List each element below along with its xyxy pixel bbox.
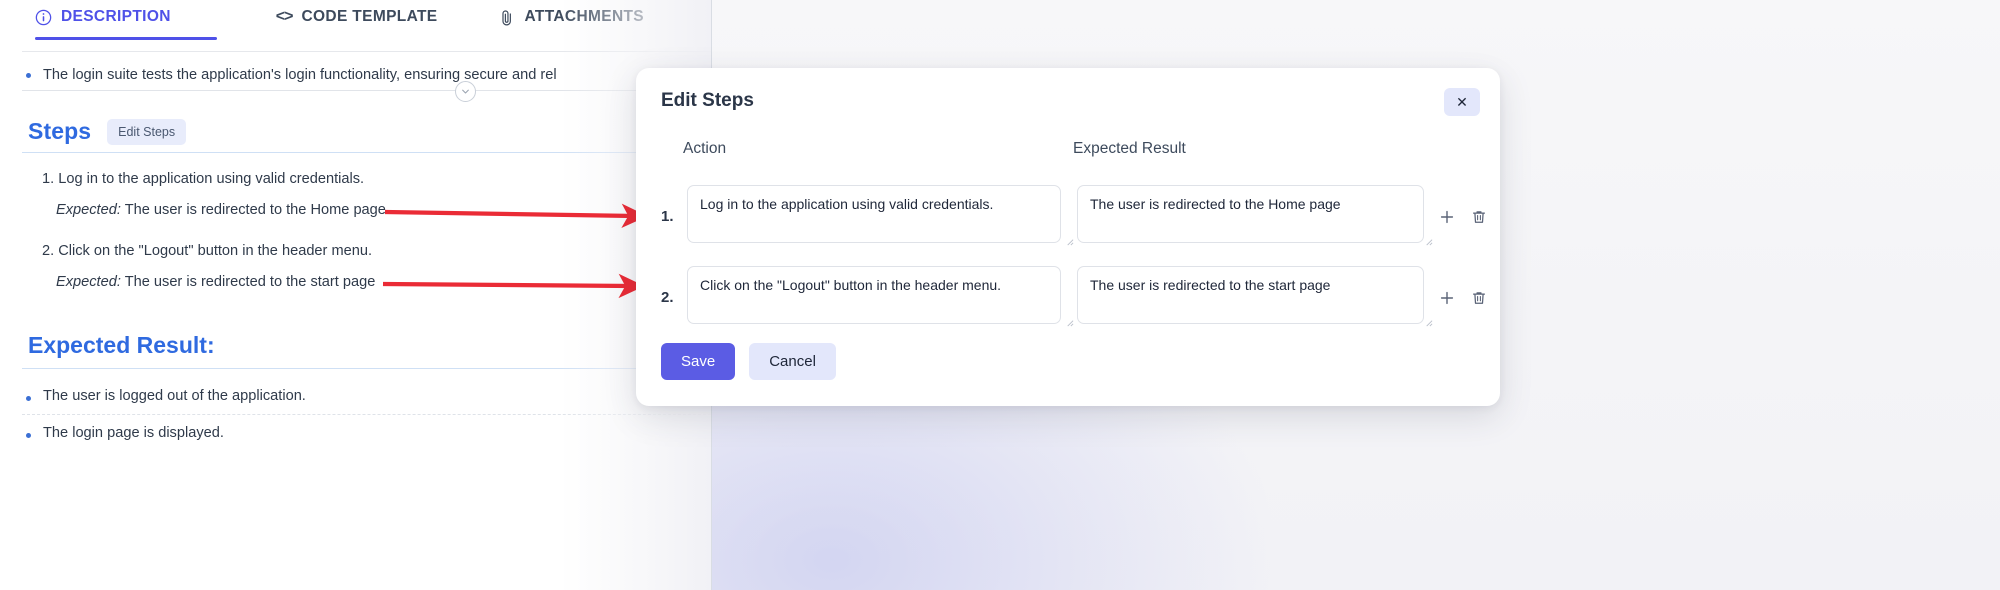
expected-result-text-2: The login page is displayed. — [43, 425, 224, 441]
row-2-number: 2. — [661, 289, 674, 306]
step-2-expected-label: Expected: — [56, 274, 121, 290]
bullet-dot-icon — [26, 433, 31, 438]
row-2-expected-input[interactable] — [1077, 266, 1424, 324]
tab-description[interactable]: DESCRIPTION — [35, 0, 217, 40]
plus-icon[interactable] — [1438, 289, 1456, 307]
steps-divider — [22, 152, 711, 153]
description-text: The login suite tests the application's … — [43, 67, 557, 83]
resize-handle-icon — [1067, 320, 1074, 327]
modal-footer: Save Cancel — [661, 343, 836, 380]
step-1-action: Log in to the application using valid cr… — [58, 171, 365, 187]
row-1-action-input[interactable] — [687, 185, 1061, 243]
save-button[interactable]: Save — [661, 343, 736, 380]
step-2-expected-text: The user is redirected to the start page — [124, 274, 376, 290]
plus-icon[interactable] — [1438, 208, 1456, 226]
resize-handle-icon — [1426, 239, 1433, 246]
step-item-2: 2. Click on the "Logout" button in the h… — [42, 243, 375, 290]
table-row: 1. — [661, 185, 1486, 248]
tab-description-label: DESCRIPTION — [61, 8, 171, 25]
trash-icon[interactable] — [1470, 289, 1488, 307]
tab-attachments-label: ATTACHMENTS — [524, 8, 644, 25]
steps-section-header: Steps Edit Steps — [28, 118, 187, 145]
tab-attachments[interactable]: ATTACHMENTS — [499, 0, 644, 34]
chevron-down-icon[interactable] — [455, 81, 476, 102]
modal-title: Edit Steps — [661, 90, 754, 111]
step-2-expected-line: Expected: The user is redirected to the … — [56, 274, 375, 290]
steps-title: Steps — [28, 118, 92, 144]
edit-steps-button[interactable]: Edit Steps — [107, 118, 187, 145]
cancel-button[interactable]: Cancel — [749, 343, 836, 380]
expected-result-item-1: The user is logged out of the applicatio… — [26, 388, 306, 404]
step-1-expected-line: Expected: The user is redirected to the … — [56, 202, 386, 218]
step-1-text: 1. Log in to the application using valid… — [42, 171, 386, 187]
column-header-action: Action — [683, 140, 727, 157]
step-2-action: Click on the "Logout" button in the head… — [58, 243, 373, 259]
row-1-action-wrap — [687, 185, 1077, 248]
column-header-expected-result: Expected Result — [1073, 140, 1186, 157]
expected-result-title: Expected Result: — [28, 332, 215, 358]
expected-result-divider — [22, 368, 711, 369]
resize-handle-icon — [1067, 239, 1074, 246]
row-2-expected-wrap — [1077, 266, 1436, 329]
row-1-expected-wrap — [1077, 185, 1436, 248]
edit-steps-modal: Edit Steps ✕ Action Expected Result 1. L… — [636, 68, 1500, 406]
row-1-number: 1. — [661, 208, 674, 225]
resize-handle-icon — [1426, 320, 1433, 327]
tabbar-divider — [22, 51, 711, 52]
step-item-1: 1. Log in to the application using valid… — [42, 171, 386, 218]
tab-code-template[interactable]: <> CODE TEMPLATE — [276, 0, 438, 34]
row-2-action-wrap — [687, 266, 1077, 329]
row-2-action-input[interactable] — [687, 266, 1061, 324]
description-divider — [22, 90, 711, 91]
step-1-expected-text: The user is redirected to the Home page — [124, 202, 386, 218]
paperclip-icon — [499, 9, 515, 26]
expected-result-item-2: The login page is displayed. — [26, 425, 224, 441]
expected-result-dashed-divider — [22, 414, 711, 415]
trash-icon[interactable] — [1470, 208, 1488, 226]
code-brackets-icon: <> — [275, 8, 294, 25]
row-1-expected-input[interactable] — [1077, 185, 1424, 243]
expected-result-text-1: The user is logged out of the applicatio… — [43, 388, 306, 404]
description-bullet-item: The login suite tests the application's … — [26, 65, 686, 85]
tab-code-template-label: CODE TEMPLATE — [301, 8, 438, 25]
table-row: 2. — [661, 266, 1486, 329]
info-circle-icon — [35, 9, 52, 26]
row-2-actions — [1438, 289, 1488, 307]
test-case-detail-panel: DESCRIPTION <> CODE TEMPLATE ATTACHMENTS… — [0, 0, 711, 590]
step-2-number: 2. — [42, 243, 55, 259]
tab-bar: DESCRIPTION <> CODE TEMPLATE ATTACHMENTS — [0, 0, 711, 40]
screenshot-root: DESCRIPTION <> CODE TEMPLATE ATTACHMENTS… — [0, 0, 2000, 590]
bullet-dot-icon — [26, 73, 31, 78]
step-1-expected-label: Expected: — [56, 202, 121, 218]
bullet-dot-icon — [26, 396, 31, 401]
row-1-actions — [1438, 208, 1488, 226]
active-tab-indicator — [35, 37, 217, 40]
step-2-text: 2. Click on the "Logout" button in the h… — [42, 243, 375, 259]
step-1-number: 1. — [42, 171, 55, 187]
close-icon[interactable]: ✕ — [1444, 88, 1480, 116]
